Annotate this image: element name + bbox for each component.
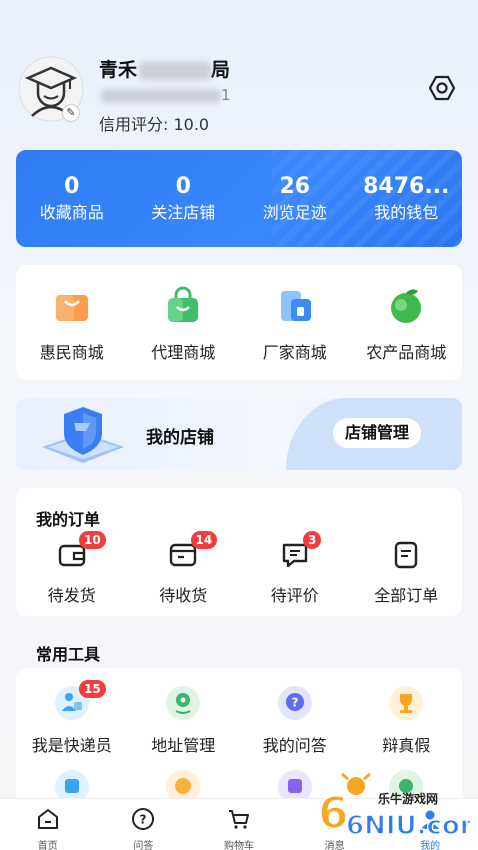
- order-pending-receive[interactable]: 14 待收货: [128, 531, 240, 606]
- order-pending-review[interactable]: 3 待评价: [239, 531, 351, 606]
- mall-label: 厂家商城: [262, 343, 327, 362]
- stat-followed-stores[interactable]: 0 关注店铺: [128, 173, 240, 225]
- credit-score: 信用评分: 10.0: [99, 115, 210, 134]
- tools-title: 常用工具: [36, 645, 101, 664]
- tab-messages[interactable]: 消息: [287, 799, 383, 850]
- tab-qa[interactable]: ? 问答: [96, 799, 192, 850]
- profile-icon: [421, 810, 440, 829]
- tool-label: 我是快递员: [31, 736, 112, 755]
- username: 青禾 局: [99, 55, 230, 82]
- tab-label: 问答: [133, 841, 154, 850]
- tab-label: 消息: [324, 841, 345, 850]
- stat-label: 收藏商品: [39, 202, 104, 222]
- mall-label: 惠民商城: [39, 343, 104, 362]
- mall-huimin[interactable]: 惠民商城: [16, 265, 128, 380]
- username-text: 青禾: [99, 59, 138, 81]
- username-blur: [139, 61, 212, 80]
- lock-bag-icon: [168, 286, 199, 322]
- tool-verify[interactable]: 辩真假: [351, 686, 463, 756]
- stat-label: 浏览足迹: [262, 202, 327, 222]
- document-icon: [395, 541, 418, 569]
- store-title: 我的店铺: [146, 428, 214, 448]
- factory-icon: [280, 291, 311, 321]
- tools-card: 15 我是快递员 地址管理 ? 我的问答 辩真假: [16, 668, 462, 808]
- fruit-icon: [391, 289, 422, 323]
- trophy-icon: [389, 686, 424, 720]
- store-shield-icon: [42, 407, 124, 463]
- tool-address[interactable]: 地址管理: [128, 686, 240, 756]
- stat-wallet[interactable]: 8476... 我的钱包: [351, 173, 463, 225]
- mall-grid: 惠民商城 代理商城 厂家商城 农产品商城: [16, 265, 462, 380]
- orders-card: 我的订单 10 待发货 14 待收货 3 待评价 全部订单: [16, 488, 462, 616]
- stat-value: 26: [279, 173, 311, 199]
- tool-courier[interactable]: 15 我是快递员: [16, 680, 128, 756]
- order-label: 待评价: [270, 586, 319, 605]
- shopping-bag-icon: [55, 295, 88, 321]
- stat-value: 8476...: [363, 173, 450, 199]
- edit-avatar-icon[interactable]: ✎: [62, 104, 80, 122]
- username-tail: 局: [211, 59, 231, 81]
- mall-agricultural[interactable]: 农产品商城: [351, 265, 463, 380]
- watermark-text: 乐牛游戏网: [378, 792, 439, 806]
- stat-favorites[interactable]: 0 收藏商品: [16, 173, 128, 225]
- order-row: 10 待发货 14 待收货 3 待评价 全部订单: [16, 531, 463, 606]
- tool-row: 15 我是快递员 地址管理 ? 我的问答 辩真假: [16, 680, 463, 756]
- phone-blur: [101, 88, 221, 103]
- svg-text:?: ?: [140, 813, 147, 827]
- order-label: 待发货: [47, 586, 96, 605]
- question-circle-icon: ?: [132, 808, 155, 830]
- tool-label: 地址管理: [151, 736, 216, 755]
- order-label: 待收货: [159, 586, 208, 605]
- store-manage-button[interactable]: 店铺管理: [333, 418, 422, 448]
- home-icon: [37, 809, 58, 829]
- tab-label: 购物车: [223, 841, 254, 850]
- orders-title: 我的订单: [36, 510, 101, 529]
- mall-agent[interactable]: 代理商城: [128, 265, 240, 380]
- my-store-card[interactable]: 我的店铺 店铺管理: [16, 398, 462, 470]
- order-badge: 3: [303, 531, 322, 549]
- question-icon: ?: [277, 686, 312, 720]
- message-icon: [324, 810, 345, 829]
- order-badge: 14: [190, 531, 218, 549]
- mall-label: 农产品商城: [366, 343, 447, 362]
- tool-label: 辩真假: [382, 736, 431, 755]
- tab-label: 首页: [37, 841, 58, 850]
- mall-label: 代理商城: [151, 343, 216, 362]
- order-badge: 10: [79, 531, 106, 549]
- order-pending-ship[interactable]: 10 待发货: [16, 531, 128, 606]
- stat-value: 0: [64, 173, 80, 199]
- tool-badge: 15: [79, 680, 106, 698]
- tool-label: 我的问答: [262, 736, 327, 755]
- stat-value: 0: [175, 173, 191, 199]
- settings-icon[interactable]: [428, 74, 456, 102]
- profile-header: ✎ 青禾 局 1 信用评分: 10.0: [0, 0, 478, 150]
- order-all[interactable]: 全部订单: [351, 536, 463, 606]
- location-icon: [166, 686, 201, 720]
- stat-history[interactable]: 26 浏览足迹: [239, 173, 351, 225]
- phone-tail: 1: [221, 86, 232, 104]
- tab-home[interactable]: 首页: [0, 799, 96, 850]
- stats-card: 0 收藏商品 0 关注店铺 26 浏览足迹 8476... 我的钱包: [16, 150, 462, 247]
- svg-text:?: ?: [291, 696, 298, 710]
- tool-my-qa[interactable]: ? 我的问答: [239, 686, 351, 756]
- phone-number: 1: [99, 86, 232, 104]
- stat-label: 我的钱包: [374, 202, 439, 222]
- tab-cart[interactable]: 购物车: [191, 799, 287, 850]
- stat-label: 关注店铺: [151, 202, 216, 222]
- cart-icon: [228, 810, 249, 829]
- tab-label: 我的: [420, 841, 441, 850]
- mall-factory[interactable]: 厂家商城: [239, 265, 351, 380]
- order-label: 全部订单: [374, 586, 439, 605]
